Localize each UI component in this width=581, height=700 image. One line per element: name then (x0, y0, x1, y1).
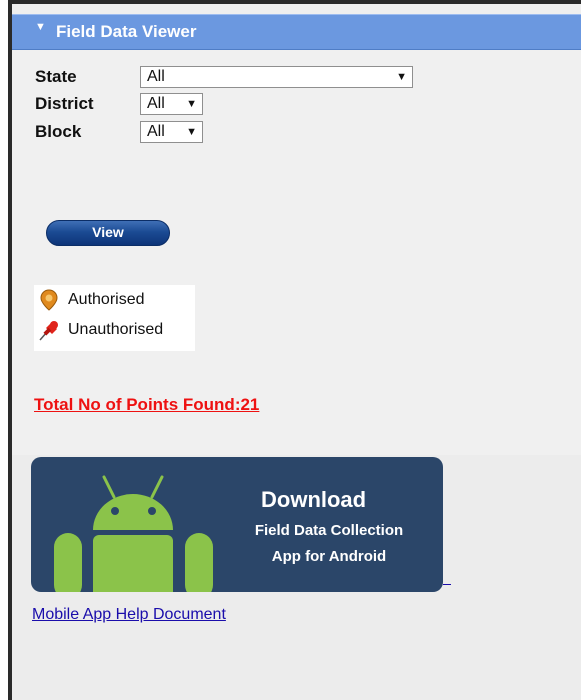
total-points-summary: Total No of Points Found:21 (34, 395, 260, 414)
dropdown-arrow-icon: ▼ (186, 126, 197, 138)
mobile-app-help-link[interactable]: Mobile App Help Document (32, 606, 226, 624)
district-label: District (35, 94, 94, 113)
view-button[interactable]: View (46, 220, 170, 246)
triangle-down-icon[interactable]: ▼ (35, 21, 46, 33)
banner-subtitle-line1: Field Data Collection (254, 522, 404, 539)
banner-link-underline (443, 584, 451, 585)
map-legend: Authorised Unauthorised (34, 285, 195, 351)
orange-map-pin-icon (40, 289, 58, 311)
block-select[interactable]: All ▼ (140, 121, 203, 143)
dropdown-arrow-icon: ▼ (396, 71, 407, 83)
android-robot-icon (54, 475, 213, 592)
panel-header[interactable]: ▼ Field Data Viewer (12, 14, 581, 50)
banner-heading: Download (261, 487, 367, 512)
state-select[interactable]: All ▼ (140, 66, 413, 88)
district-select-value: All (147, 95, 165, 112)
legend-label-unauthorised: Unauthorised (68, 321, 164, 338)
banner-subtitle-line2: App for Android (271, 548, 387, 565)
state-select-value: All (147, 68, 165, 85)
dropdown-arrow-icon: ▼ (186, 98, 197, 110)
block-label: Block (35, 122, 82, 141)
district-select[interactable]: All ▼ (140, 93, 203, 115)
red-pushpin-icon (39, 321, 58, 341)
download-android-app-banner[interactable]: Download Field Data Collection App for A… (31, 457, 443, 592)
block-select-value: All (147, 123, 165, 140)
state-label: State (35, 67, 77, 86)
panel-title: Field Data Viewer (56, 22, 197, 41)
legend-label-authorised: Authorised (68, 291, 145, 308)
